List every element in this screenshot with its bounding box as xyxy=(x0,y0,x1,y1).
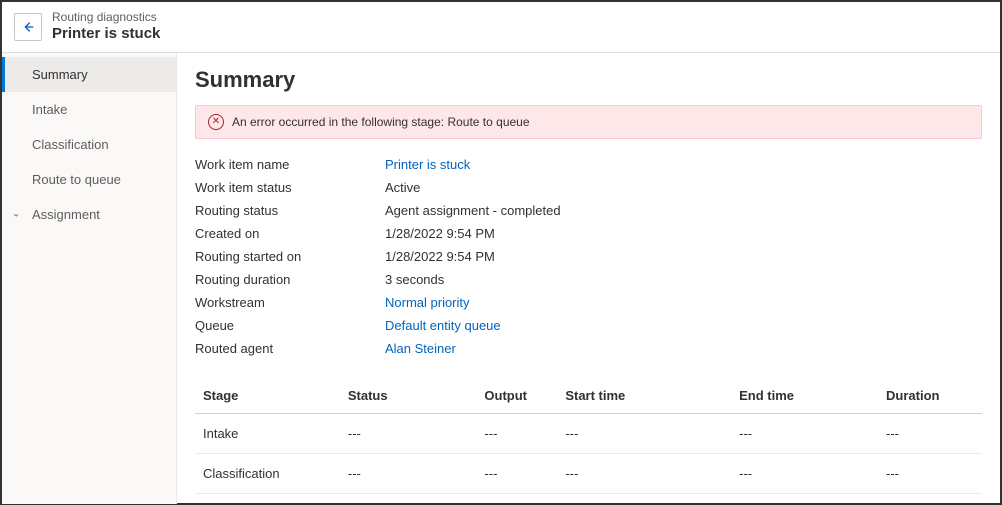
table-row: Classification--------------- xyxy=(195,453,982,493)
field-label: Queue xyxy=(195,318,385,333)
field-label: Work item name xyxy=(195,157,385,172)
field-value[interactable]: Printer is stuck xyxy=(385,157,470,172)
status-cell: --- xyxy=(340,453,477,493)
field-value: Active xyxy=(385,180,420,195)
field-row: Routing started on1/28/2022 9:54 PM xyxy=(195,245,982,268)
field-row: Created on1/28/2022 9:54 PM xyxy=(195,222,982,245)
table-header: End time xyxy=(731,378,878,414)
sidebar-item-label: Classification xyxy=(32,137,109,152)
stage-cell: Intake xyxy=(195,413,340,453)
end-cell: 1/28/2022 9:5... xyxy=(731,493,878,504)
arrow-left-icon xyxy=(21,20,35,34)
error-banner: ✕ An error occurred in the following sta… xyxy=(195,105,982,139)
field-label: Routing duration xyxy=(195,272,385,287)
field-row: Work item namePrinter is stuck xyxy=(195,153,982,176)
sidebar-item-label: Route to queue xyxy=(32,172,121,187)
table-header: Duration xyxy=(878,378,982,414)
table-header: Start time xyxy=(557,378,731,414)
stages-table: StageStatusOutputStart timeEnd timeDurat… xyxy=(195,378,982,504)
field-value[interactable]: Normal priority xyxy=(385,295,470,310)
start-cell: --- xyxy=(557,413,731,453)
sidebar-item-intake[interactable]: Intake xyxy=(2,92,176,127)
sidebar-item-route-to-queue[interactable]: Route to queue xyxy=(2,162,176,197)
field-row: WorkstreamNormal priority xyxy=(195,291,982,314)
status-cell: --- xyxy=(340,413,477,453)
sidebar-item-assignment[interactable]: ⌄ Assignment xyxy=(2,197,176,232)
sidebar-item-label: Assignment xyxy=(32,207,100,222)
table-header: Output xyxy=(476,378,557,414)
field-value: 3 seconds xyxy=(385,272,444,287)
table-row: Route to queue✕Error---1/28/2022 9:54 PM… xyxy=(195,493,982,504)
sidebar-item-summary[interactable]: Summary xyxy=(2,57,176,92)
field-label: Created on xyxy=(195,226,385,241)
sidebar-item-label: Summary xyxy=(32,67,88,82)
chevron-down-icon: ⌄ xyxy=(12,209,20,220)
field-value: Agent assignment - completed xyxy=(385,203,561,218)
content-title: Summary xyxy=(195,67,982,93)
table-row: Intake--------------- xyxy=(195,413,982,453)
table-header: Status xyxy=(340,378,477,414)
field-row: Work item statusActive xyxy=(195,176,982,199)
sidebar: Summary Intake Classification Route to q… xyxy=(2,53,177,504)
sidebar-item-label: Intake xyxy=(32,102,67,117)
page-title: Printer is stuck xyxy=(52,25,160,44)
duration-cell: 0 seconds xyxy=(878,493,982,504)
error-text: An error occurred in the following stage… xyxy=(232,115,530,129)
sidebar-item-classification[interactable]: Classification xyxy=(2,127,176,162)
field-label: Workstream xyxy=(195,295,385,310)
stage-cell: Classification xyxy=(195,453,340,493)
error-icon: ✕ xyxy=(208,114,224,130)
field-label: Work item status xyxy=(195,180,385,195)
table-header: Stage xyxy=(195,378,340,414)
duration-cell: --- xyxy=(878,453,982,493)
status-cell: ✕Error xyxy=(340,493,477,504)
field-value[interactable]: Alan Steiner xyxy=(385,341,456,356)
field-value: 1/28/2022 9:54 PM xyxy=(385,226,495,241)
output-cell: --- xyxy=(476,453,557,493)
stage-cell[interactable]: Route to queue xyxy=(195,493,340,504)
breadcrumb: Routing diagnostics xyxy=(52,10,160,25)
field-label: Routed agent xyxy=(195,341,385,356)
summary-fields: Work item namePrinter is stuckWork item … xyxy=(195,153,982,360)
field-value[interactable]: Default entity queue xyxy=(385,318,501,333)
output-cell: --- xyxy=(476,413,557,453)
field-label: Routing status xyxy=(195,203,385,218)
field-row: QueueDefault entity queue xyxy=(195,314,982,337)
end-cell: --- xyxy=(731,413,878,453)
duration-cell: --- xyxy=(878,413,982,453)
field-label: Routing started on xyxy=(195,249,385,264)
start-cell: 1/28/2022 9:54 PM xyxy=(557,493,731,504)
page-header: Routing diagnostics Printer is stuck xyxy=(2,2,1000,53)
end-cell: --- xyxy=(731,453,878,493)
field-value: 1/28/2022 9:54 PM xyxy=(385,249,495,264)
back-button[interactable] xyxy=(14,13,42,41)
main-content: Summary ✕ An error occurred in the follo… xyxy=(177,53,1000,504)
field-row: Routing statusAgent assignment - complet… xyxy=(195,199,982,222)
start-cell: --- xyxy=(557,453,731,493)
output-cell: --- xyxy=(476,493,557,504)
field-row: Routed agentAlan Steiner xyxy=(195,337,982,360)
field-row: Routing duration3 seconds xyxy=(195,268,982,291)
